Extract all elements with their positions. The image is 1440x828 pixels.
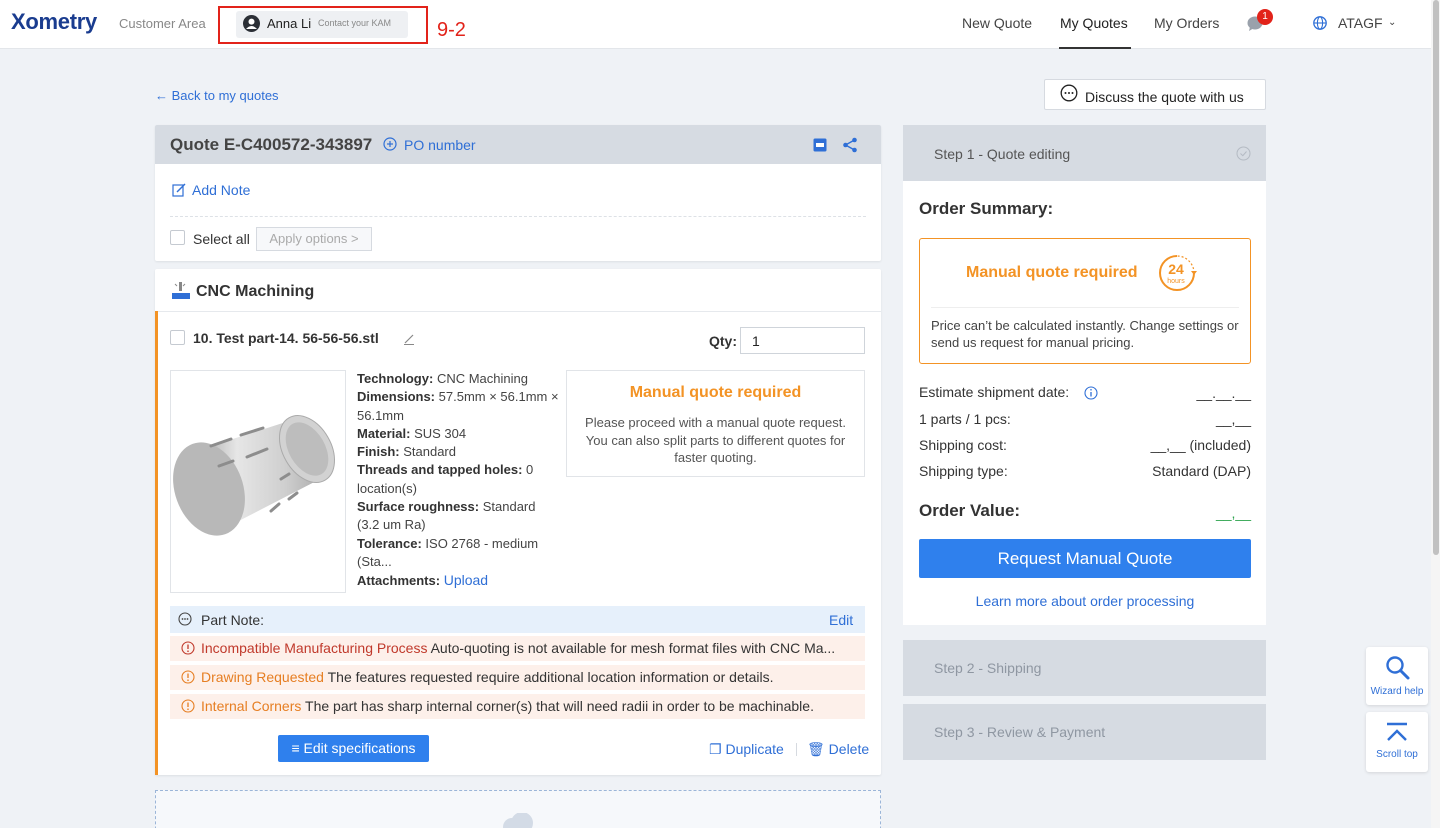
parts-count-label: 1 parts / 1 pcs: — [919, 411, 1011, 427]
warning-incompatible-process: Incompatible Manufacturing Process Auto-… — [170, 636, 865, 661]
chevron-down-icon[interactable]: ⌄ — [1388, 17, 1396, 28]
check-circle-icon — [1236, 146, 1251, 161]
globe-icon — [1313, 16, 1327, 30]
part-note-label: Part Note: — [201, 612, 265, 628]
24-hours-icon: 24 hours — [1159, 255, 1197, 291]
spec-material: Material: SUS 304 — [357, 425, 467, 441]
step-1-label: Step 1 - Quote editing — [934, 146, 1071, 162]
pencil-icon[interactable] — [403, 333, 415, 345]
wizard-help-label: Wizard help — [1370, 686, 1424, 697]
chat-dots-icon — [178, 612, 192, 626]
scroll-top-label: Scroll top — [1376, 749, 1418, 760]
manual-quote-title: Manual quote required — [629, 384, 802, 401]
duplicate-button[interactable]: ❐ Duplicate — [709, 741, 784, 758]
divider — [931, 307, 1239, 308]
spec-dimensions: Dimensions: 57.5mm × 56.1mm × 56.1mm — [357, 389, 559, 423]
cnc-machine-icon — [172, 282, 190, 299]
xometry-logo[interactable]: Xometry — [11, 9, 97, 35]
edit-note-icon[interactable] — [172, 183, 186, 197]
trash-icon: 🗑 — [807, 741, 825, 757]
quote-title: Quote E-C400572-343897 — [170, 135, 373, 154]
po-number-link[interactable]: PO number — [404, 137, 476, 153]
part-note-edit-link[interactable]: Edit — [829, 612, 853, 628]
annotation-highlight-box — [218, 6, 428, 44]
copy-icon: ❐ — [709, 741, 722, 757]
spec-technology: Technology: CNC Machining — [357, 371, 528, 386]
apply-options-button[interactable]: Apply options > — [256, 227, 372, 251]
manual-quote-notice-title: Manual quote required — [966, 264, 1138, 281]
customer-area-label: Customer Area — [119, 16, 206, 31]
step-3-label: Step 3 - Review & Payment — [934, 724, 1106, 740]
nav-active-underline — [1059, 47, 1131, 49]
back-to-quotes-link[interactable]: ← Back to my quotes — [155, 88, 279, 103]
spec-finish: Finish: Standard — [357, 444, 456, 460]
plus-circle-icon[interactable] — [383, 137, 397, 151]
part-note-bar — [170, 606, 865, 633]
shipping-cost-value: __,__ (included) — [1150, 437, 1251, 453]
divider — [796, 743, 797, 756]
shipping-type-label: Shipping type: — [919, 463, 1008, 479]
alert-circle-icon — [181, 699, 195, 713]
manual-quote-text: Please proceed with a manual quote reque… — [585, 415, 846, 465]
estimate-shipment-label: Estimate shipment date: — [919, 384, 1070, 400]
spec-attachments: Attachments: Upload — [357, 572, 489, 589]
part-3d-preview-icon — [173, 415, 335, 536]
cloud-upload-icon — [503, 813, 533, 828]
order-summary-title: Order Summary: — [919, 199, 1054, 218]
annotation-label: 9-2 — [437, 19, 466, 41]
arrow-up-icon — [1387, 722, 1407, 741]
warning-drawing-requested: Drawing Requested The features requested… — [170, 665, 865, 690]
parts-count-value: __,__ — [1215, 411, 1251, 427]
part-specifications: Technology: CNC Machining Dimensions: 57… — [357, 370, 560, 591]
alert-circle-icon — [181, 641, 195, 655]
info-icon[interactable] — [1084, 386, 1098, 400]
spec-surface-roughness: Surface roughness: Standard (3.2 um Ra) — [357, 499, 536, 533]
qty-label: Qty: — [709, 333, 737, 349]
shipping-type-value: Standard (DAP) — [1152, 463, 1251, 479]
select-all-checkbox[interactable] — [170, 230, 185, 245]
upload-link[interactable]: Upload — [444, 572, 488, 588]
order-value-label: Order Value: — [919, 501, 1021, 520]
part-thumbnail[interactable] — [170, 370, 346, 593]
share-icon[interactable] — [842, 137, 858, 153]
status-accent-bar — [155, 311, 158, 775]
order-value: __,__ — [1215, 505, 1251, 521]
process-title: CNC Machining — [196, 283, 315, 300]
edit-specifications-button[interactable]: ≡ Edit specifications — [278, 735, 429, 762]
learn-more-link[interactable]: Learn more about order processing — [919, 593, 1251, 609]
part-checkbox[interactable] — [170, 330, 185, 345]
divider — [170, 216, 866, 217]
estimate-shipment-value: __.__.__ — [1196, 385, 1252, 401]
hours-number: 24 — [1168, 261, 1184, 277]
scrollbar-thumb[interactable] — [1433, 0, 1439, 555]
pdf-icon[interactable] — [813, 138, 827, 152]
warning-internal-corners: Internal Corners The part has sharp inte… — [170, 694, 865, 719]
alert-circle-icon — [181, 670, 195, 684]
add-note-link[interactable]: Add Note — [192, 182, 250, 198]
divider — [155, 311, 881, 312]
spec-threads: Threads and tapped holes: 0 location(s) — [357, 462, 534, 496]
request-manual-quote-button[interactable]: Request Manual Quote — [919, 539, 1251, 578]
delete-button[interactable]: 🗑 Delete — [807, 741, 869, 758]
quantity-input[interactable] — [740, 327, 865, 354]
shipping-cost-label: Shipping cost: — [919, 437, 1007, 453]
step-2-label: Step 2 - Shipping — [934, 660, 1042, 676]
search-icon — [1386, 656, 1410, 680]
hours-word: hours — [1167, 278, 1185, 285]
part-name: 10. Test part-14. 56-56-56.stl — [193, 330, 379, 346]
nav-my-orders[interactable]: My Orders — [1154, 15, 1219, 31]
chat-dots-icon — [1060, 84, 1078, 102]
spec-tolerance: Tolerance: ISO 2768 - medium (Sta... — [357, 535, 539, 569]
nav-new-quote[interactable]: New Quote — [962, 15, 1032, 31]
select-all-label[interactable]: Select all — [193, 231, 250, 247]
account-selector[interactable]: ATAGF — [1338, 15, 1383, 31]
notification-badge: 1 — [1257, 9, 1273, 25]
discuss-quote-label: Discuss the quote with us — [1085, 89, 1244, 105]
nav-my-quotes[interactable]: My Quotes — [1060, 15, 1128, 31]
manual-quote-notice-text: Price can’t be calculated instantly. Cha… — [931, 318, 1239, 350]
